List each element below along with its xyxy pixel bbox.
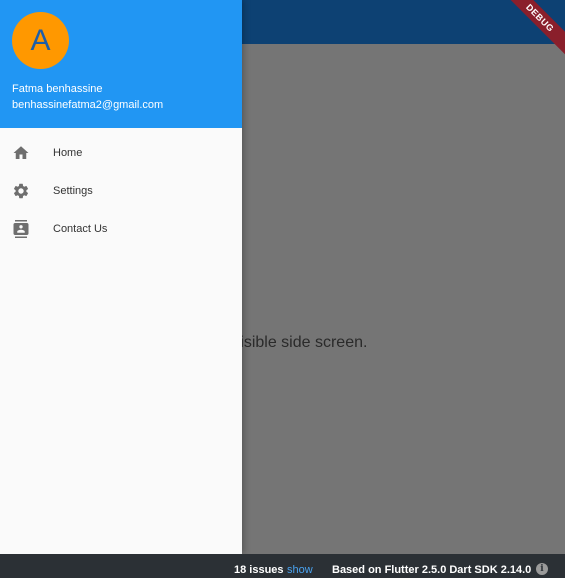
menu-item-settings[interactable]: Settings <box>0 172 242 210</box>
status-bar: 18 issues show Based on Flutter 2.5.0 Da… <box>0 554 565 578</box>
home-icon <box>12 144 30 162</box>
drawer-header: A Fatma benhassine benhassinefatma2@gmai… <box>0 0 242 128</box>
gear-icon <box>12 182 30 200</box>
show-issues-link[interactable]: show <box>287 564 313 576</box>
issues-count: 18 issues <box>234 564 284 576</box>
navigation-drawer: A Fatma benhassine benhassinefatma2@gmai… <box>0 0 242 554</box>
sdk-version-text: Based on Flutter 2.5.0 Dart SDK 2.14.0 <box>332 564 532 576</box>
menu-item-contact-us[interactable]: Contact Us <box>0 210 242 248</box>
menu-item-label: Home <box>53 147 83 159</box>
contacts-icon <box>12 220 30 238</box>
info-icon[interactable]: i <box>536 563 548 575</box>
account-email: benhassinefatma2@gmail.com <box>12 99 164 111</box>
avatar[interactable]: A <box>12 12 69 69</box>
drawer-menu: Home Settings Contact Us <box>0 134 242 248</box>
menu-item-home[interactable]: Home <box>0 134 242 172</box>
account-name: Fatma benhassine <box>12 83 103 95</box>
menu-item-label: Contact Us <box>53 223 108 235</box>
menu-item-label: Settings <box>53 185 93 197</box>
